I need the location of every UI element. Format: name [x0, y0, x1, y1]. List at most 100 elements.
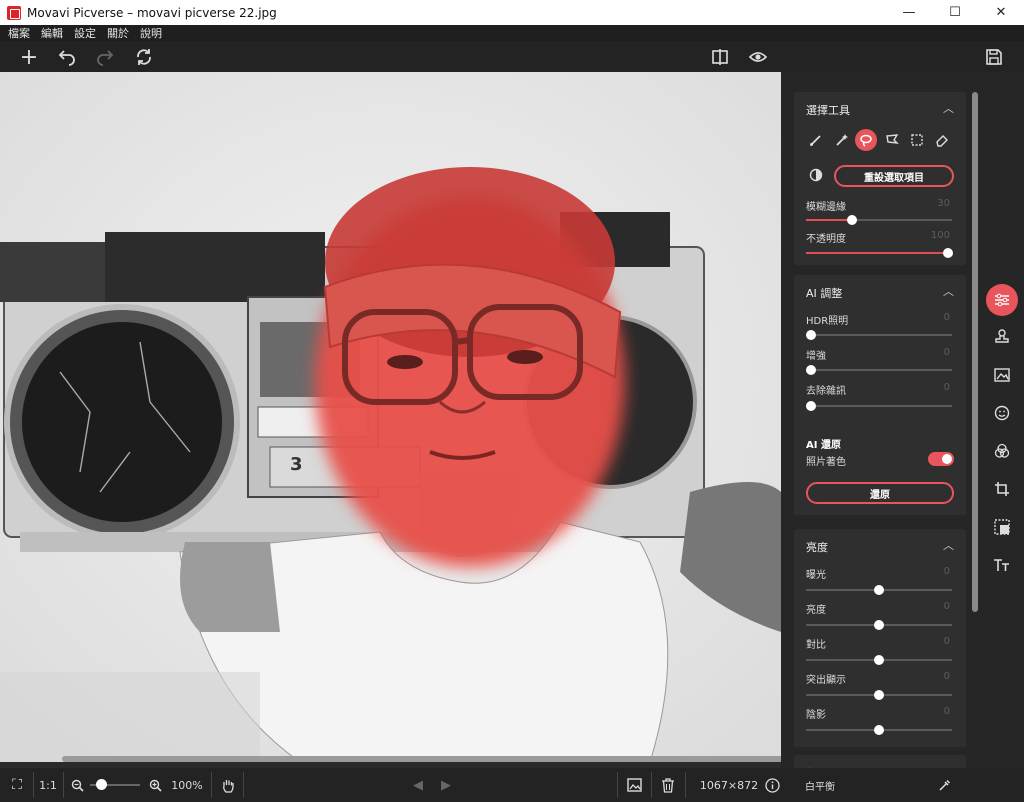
close-button[interactable]: ✕ — [978, 0, 1024, 25]
lasso-icon[interactable] — [855, 129, 877, 151]
selection-tools-card: 選擇工具 ︿ 重設選取項目 模糊邊緣 30 不透明度 100 — [794, 92, 966, 265]
redo-icon[interactable] — [92, 44, 118, 70]
opacity-slider-knob[interactable] — [943, 248, 953, 258]
shadows-slider[interactable] — [806, 725, 952, 735]
delete-trash-icon[interactable] — [656, 768, 680, 802]
previous-image-icon[interactable]: ◀ — [408, 768, 428, 802]
menu-edit[interactable]: 編輯 — [41, 25, 63, 41]
app-logo-icon — [7, 5, 21, 20]
invert-selection-icon[interactable] — [805, 164, 827, 186]
colorize-label: 照片著色 — [806, 457, 846, 468]
ai-adjust-title: AI 調整 — [806, 287, 843, 300]
info-icon[interactable] — [762, 768, 782, 802]
compare-icon[interactable] — [707, 44, 733, 70]
restore-button[interactable]: 還原 — [806, 482, 954, 504]
undo-icon[interactable] — [54, 44, 80, 70]
eraser-icon[interactable] — [931, 129, 953, 151]
opacity-label: 不透明度 — [806, 234, 846, 245]
toolbar: + — [0, 41, 1024, 72]
adjust-sliders-icon[interactable] — [986, 284, 1018, 316]
brightness-title: 亮度 — [806, 541, 828, 554]
denoise-slider[interactable] — [806, 401, 952, 411]
menu-file[interactable]: 檔案 — [8, 25, 30, 41]
add-icon[interactable]: + — [16, 44, 42, 70]
panel-scrollbar[interactable] — [972, 92, 978, 612]
enhance-slider[interactable] — [806, 365, 952, 375]
text-tool-icon[interactable] — [985, 550, 1019, 580]
filters-icon[interactable] — [985, 436, 1019, 466]
opacity-value: 100 — [930, 230, 950, 241]
menu-about[interactable]: 關於 — [107, 25, 129, 41]
adjustments-panel: 選擇工具 ︿ 重設選取項目 模糊邊緣 30 不透明度 100 AI 調整 ︿ H… — [781, 72, 981, 768]
menu-settings[interactable]: 設定 — [74, 25, 96, 41]
feather-slider[interactable] — [806, 215, 952, 225]
fit-screen-icon[interactable]: ⛶ — [4, 768, 30, 802]
opacity-slider[interactable] — [806, 248, 953, 258]
hdr-slider-knob[interactable] — [806, 330, 816, 340]
reset-icon[interactable] — [131, 44, 157, 70]
gallery-image-icon[interactable] — [622, 768, 646, 802]
next-image-icon[interactable]: ▶ — [436, 768, 456, 802]
hdr-slider[interactable] — [806, 330, 952, 340]
feather-slider-knob[interactable] — [847, 215, 857, 225]
face-retouch-icon[interactable] — [985, 398, 1019, 428]
enhance-slider-knob[interactable] — [806, 365, 816, 375]
shadows-value: 0 — [943, 706, 950, 717]
exposure-value: 0 — [943, 566, 950, 577]
lightness-value: 0 — [943, 601, 950, 612]
contrast-slider[interactable] — [806, 655, 952, 665]
crop-icon[interactable] — [985, 474, 1019, 504]
save-icon[interactable] — [981, 44, 1007, 70]
hdr-value: 0 — [943, 312, 950, 323]
lightness-slider[interactable] — [806, 620, 952, 630]
zoom-level: 100% — [171, 778, 203, 792]
horizontal-scrollbar[interactable] — [62, 756, 781, 762]
denoise-slider-knob[interactable] — [806, 401, 816, 411]
bottom-bar: ⛶ 1:1 100% ◀ ▶ 1067×872 白平衡 — [0, 768, 1024, 802]
magic-wand-icon[interactable] — [831, 129, 853, 151]
app-window: Movavi Picverse – movavi picverse 22.jpg… — [0, 0, 1024, 802]
maximize-button[interactable]: ☐ — [932, 0, 978, 25]
background-image-icon[interactable] — [985, 360, 1019, 390]
eyedropper-icon[interactable] — [934, 768, 954, 802]
collapse-chevron-icon[interactable]: ︿ — [943, 283, 954, 299]
polygon-lasso-icon[interactable] — [881, 129, 903, 151]
tool-rail — [981, 72, 1024, 768]
image-canvas[interactable]: 3 — [0, 72, 781, 762]
hand-pan-icon[interactable] — [216, 768, 240, 802]
resize-icon[interactable] — [985, 512, 1019, 542]
exposure-slider[interactable] — [806, 585, 952, 595]
highlights-slider-knob[interactable] — [874, 690, 884, 700]
ai-adjust-card: AI 調整 ︿ HDR照明 0 增強 0 去除雜訊 0 AI 還原 照片著色 還… — [794, 275, 966, 515]
selection-tools-title: 選擇工具 — [806, 104, 850, 117]
collapse-chevron-icon[interactable]: ︿ — [943, 537, 954, 553]
preview-eye-icon[interactable] — [745, 44, 771, 70]
reset-selection-button[interactable]: 重設選取項目 — [834, 165, 954, 187]
minimize-button[interactable]: — — [886, 0, 932, 25]
zoom-slider[interactable] — [90, 779, 140, 790]
exposure-label: 曝光 — [806, 570, 826, 581]
brightness-card: 亮度 ︿ 曝光 0 亮度 0 對比 0 突出顯示 0 陰影 0 — [794, 529, 966, 747]
lightness-slider-knob[interactable] — [874, 620, 884, 630]
zoom-in-icon[interactable] — [146, 768, 164, 802]
actual-size-button[interactable]: 1:1 — [36, 768, 60, 802]
exposure-slider-knob[interactable] — [874, 585, 884, 595]
stamp-icon[interactable] — [985, 322, 1019, 352]
highlights-slider[interactable] — [806, 690, 952, 700]
color-card: 色彩 ︿ — [794, 755, 966, 768]
rectangle-select-icon[interactable] — [906, 129, 928, 151]
toggle-knob — [942, 454, 952, 464]
collapse-chevron-icon[interactable]: ︿ — [943, 100, 954, 116]
zoom-slider-knob[interactable] — [96, 779, 107, 790]
brush-icon[interactable] — [805, 129, 827, 151]
contrast-slider-knob[interactable] — [874, 655, 884, 665]
menu-help[interactable]: 說明 — [140, 25, 162, 41]
enhance-label: 增強 — [806, 351, 826, 362]
white-balance-label: 白平衡 — [805, 781, 835, 793]
shadows-slider-knob[interactable] — [874, 725, 884, 735]
denoise-value: 0 — [943, 382, 950, 393]
colorize-toggle[interactable] — [928, 452, 954, 466]
window-title: Movavi Picverse – movavi picverse 22.jpg — [27, 5, 277, 20]
zoom-out-icon[interactable] — [68, 768, 86, 802]
shadows-label: 陰影 — [806, 710, 826, 721]
